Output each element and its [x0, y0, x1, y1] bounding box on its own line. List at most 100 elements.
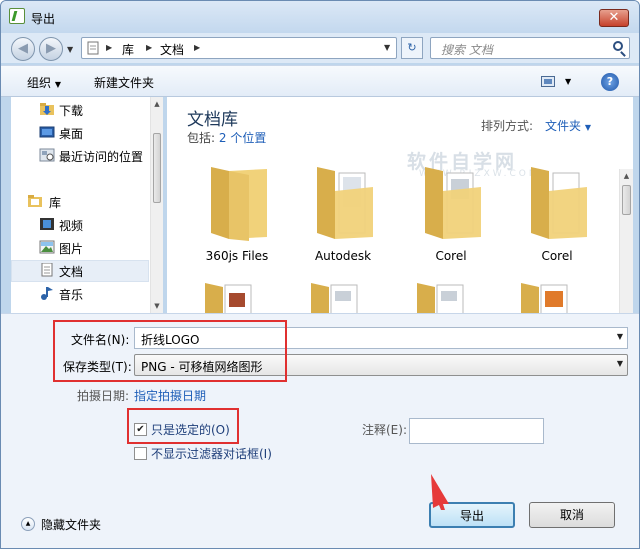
- music-icon: [41, 287, 53, 300]
- scroll-thumb[interactable]: [622, 185, 631, 215]
- sidebar-item-label: 桌面: [59, 127, 84, 141]
- includes-locations-link[interactable]: 2 个位置: [219, 131, 266, 145]
- search-placeholder: 搜索 文档: [441, 43, 493, 57]
- highlight-box: [53, 320, 287, 382]
- folder-label: Corel: [435, 249, 467, 263]
- sidebar-item-downloads[interactable]: 下载: [11, 99, 149, 121]
- library-includes: 包括: 2 个位置: [187, 129, 266, 146]
- scroll-up-icon[interactable]: ▲: [151, 97, 163, 111]
- folder-item[interactable]: [309, 279, 409, 313]
- notes-field[interactable]: [409, 418, 544, 444]
- sidebar-item-desktop[interactable]: 桌面: [11, 122, 149, 144]
- sidebar-item-recent-places[interactable]: 最近访问的位置: [11, 145, 149, 167]
- sidebar-item-label: 最近访问的位置: [59, 150, 144, 164]
- window-title: 导出: [31, 12, 56, 26]
- export-dialog: 导出 ✕ ◀ ▶ ▼ ▶ 库 ▶ 文档 ▶ ▼ ↻ 搜索 文档 组织 ▼ 新建文…: [0, 0, 640, 549]
- refresh-button[interactable]: ↻: [401, 37, 423, 59]
- folder-item[interactable]: Autodesk: [293, 157, 393, 277]
- folder-item[interactable]: [203, 279, 303, 313]
- date-taken-label: 拍摄日期:: [77, 389, 130, 403]
- scroll-thumb[interactable]: [153, 133, 161, 203]
- folder-label: Autodesk: [314, 249, 372, 263]
- hide-folders-button[interactable]: 隐藏文件夹: [41, 516, 101, 533]
- hide-filter-checkbox[interactable]: [134, 447, 147, 460]
- sidebar-item-pictures[interactable]: 图片: [11, 237, 149, 259]
- library-path-icon: [87, 41, 99, 55]
- folder-label: 360js Files: [205, 249, 269, 263]
- folder-item[interactable]: 360js Files: [187, 157, 287, 277]
- library-icon: [28, 195, 42, 207]
- cancel-button[interactable]: 取消: [529, 502, 615, 528]
- toolbar: 组织 ▼ 新建文件夹 ▼ ?: [1, 65, 639, 97]
- folder-icon: [317, 167, 373, 239]
- scroll-down-icon[interactable]: ▼: [151, 299, 163, 313]
- sidebar-item-music[interactable]: 音乐: [11, 283, 149, 305]
- view-dropdown-icon[interactable]: ▼: [565, 77, 571, 86]
- sidebar-item-documents[interactable]: 文档: [11, 260, 149, 282]
- download-folder-icon: [40, 103, 54, 115]
- folder-icon: [521, 283, 568, 313]
- documents-icon: [41, 263, 53, 277]
- search-input[interactable]: 搜索 文档: [430, 37, 630, 59]
- address-dropdown-icon[interactable]: ▼: [384, 43, 390, 52]
- sort-value: 文件夹: [545, 119, 582, 133]
- folder-icon: [425, 167, 481, 239]
- breadcrumb-library[interactable]: 库: [122, 41, 134, 58]
- folder-icon: [211, 167, 267, 241]
- title-bar: 导出 ✕: [1, 1, 639, 33]
- breadcrumb-separator-icon[interactable]: ▶: [194, 43, 200, 52]
- sidebar-item-video[interactable]: 视频: [11, 214, 149, 236]
- sidebar-item-label: 下载: [59, 104, 84, 118]
- sidebar-item-label: 库: [49, 196, 62, 210]
- sidebar-item-label: 视频: [59, 219, 84, 233]
- chevron-down-icon: ▼: [54, 80, 61, 89]
- navigation-pane: 下载 桌面 最近访问的位置 库 视频 图片 文档 音乐 ▲ ▼: [11, 97, 163, 313]
- recent-pages-dropdown[interactable]: ▼: [67, 45, 73, 54]
- sidebar-item-label: 文档: [59, 265, 84, 279]
- back-button[interactable]: ◀: [11, 37, 35, 61]
- view-options-icon[interactable]: [541, 76, 555, 87]
- folder-item[interactable]: [519, 279, 619, 313]
- pointer-arrow-icon: [431, 474, 449, 510]
- help-icon[interactable]: ?: [601, 73, 619, 91]
- sort-dropdown[interactable]: 文件夹 ▼: [545, 117, 591, 134]
- library-title: 文档库: [187, 110, 238, 130]
- search-icon[interactable]: [613, 41, 623, 51]
- content-scrollbar[interactable]: ▲: [619, 169, 633, 313]
- organize-menu[interactable]: 组织 ▼: [27, 74, 61, 91]
- forward-button[interactable]: ▶: [39, 37, 63, 61]
- breadcrumb-separator-icon[interactable]: ▶: [106, 43, 112, 52]
- chevron-down-icon[interactable]: ▼: [617, 359, 623, 368]
- chevron-down-icon[interactable]: ▼: [617, 332, 623, 341]
- folder-item[interactable]: Corel: [507, 157, 607, 277]
- folder-icon: [205, 283, 252, 313]
- file-list-pane: 文档库 包括: 2 个位置 排列方式: 文件夹 ▼ 软件自学网 WWW.RJZX…: [167, 97, 633, 313]
- breadcrumb-documents[interactable]: 文档: [160, 41, 184, 58]
- recent-places-icon: [39, 148, 55, 162]
- address-bar[interactable]: ▶ 库 ▶ 文档 ▶ ▼: [81, 37, 397, 59]
- includes-label: 包括:: [187, 131, 216, 145]
- chevron-down-icon: ▼: [584, 123, 591, 132]
- specify-date-link[interactable]: 指定拍摄日期: [134, 387, 206, 404]
- new-folder-button[interactable]: 新建文件夹: [94, 74, 154, 91]
- organize-label: 组织: [27, 76, 52, 90]
- sidebar-scrollbar[interactable]: ▲ ▼: [150, 97, 163, 313]
- app-icon: [9, 8, 25, 24]
- sidebar-item-label: 图片: [59, 242, 84, 256]
- collapse-folders-icon[interactable]: ▲: [21, 517, 35, 531]
- folder-icon: [311, 283, 358, 313]
- folder-icon: [417, 283, 464, 313]
- highlight-box: [127, 408, 239, 444]
- video-icon: [40, 218, 54, 230]
- notes-label: 注释(E):: [362, 423, 407, 437]
- hide-filter-label: 不显示过滤器对话框(I): [151, 447, 272, 461]
- folder-item[interactable]: Corel: [401, 157, 501, 277]
- folder-item[interactable]: [415, 279, 515, 313]
- sidebar-item-library[interactable]: 库: [11, 191, 149, 213]
- save-options-panel: 文件名(N): 折线LOGO ▼ 保存类型(T): PNG - 可移植网络图形 …: [1, 313, 639, 548]
- scroll-up-icon[interactable]: ▲: [620, 169, 633, 183]
- breadcrumb-separator-icon[interactable]: ▶: [146, 43, 152, 52]
- folder-label: Corel: [541, 249, 573, 263]
- desktop-icon: [39, 126, 55, 138]
- close-button[interactable]: ✕: [599, 9, 629, 27]
